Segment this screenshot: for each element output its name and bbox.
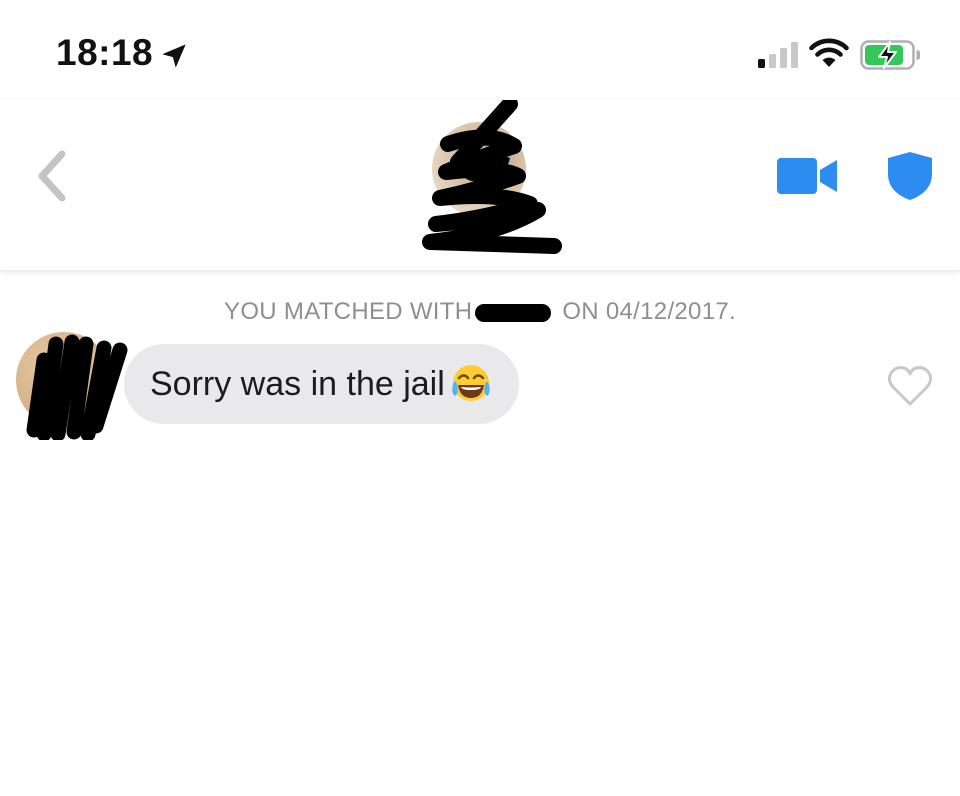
chevron-left-icon[interactable] bbox=[28, 146, 76, 206]
match-notice: YOU MATCHED WITH ON 04/12/2017. bbox=[0, 298, 960, 326]
heart-outline-icon[interactable] bbox=[886, 364, 934, 408]
status-time: 18:18 bbox=[56, 32, 154, 73]
chat-header bbox=[0, 100, 960, 271]
message-row: Sorry was in the jail bbox=[0, 330, 960, 440]
redaction-scribble bbox=[422, 100, 562, 254]
cellular-signal-icon bbox=[758, 42, 798, 68]
status-bar: 18:18 bbox=[0, 0, 960, 100]
redaction-scribble bbox=[26, 334, 128, 440]
match-notice-prefix: YOU MATCHED WITH bbox=[224, 298, 473, 325]
message-text: Sorry was in the jail bbox=[150, 364, 445, 403]
message-bubble[interactable]: Sorry was in the jail bbox=[124, 344, 519, 424]
wifi-icon bbox=[809, 38, 849, 67]
shield-icon[interactable] bbox=[886, 150, 934, 202]
face-with-tears-of-joy-emoji bbox=[452, 365, 490, 401]
video-camera-icon[interactable] bbox=[776, 156, 838, 196]
battery-charging-icon bbox=[860, 40, 920, 70]
location-arrow-icon bbox=[162, 44, 186, 68]
redaction-bar bbox=[475, 303, 552, 322]
match-notice-date: ON 04/12/2017. bbox=[562, 298, 736, 325]
